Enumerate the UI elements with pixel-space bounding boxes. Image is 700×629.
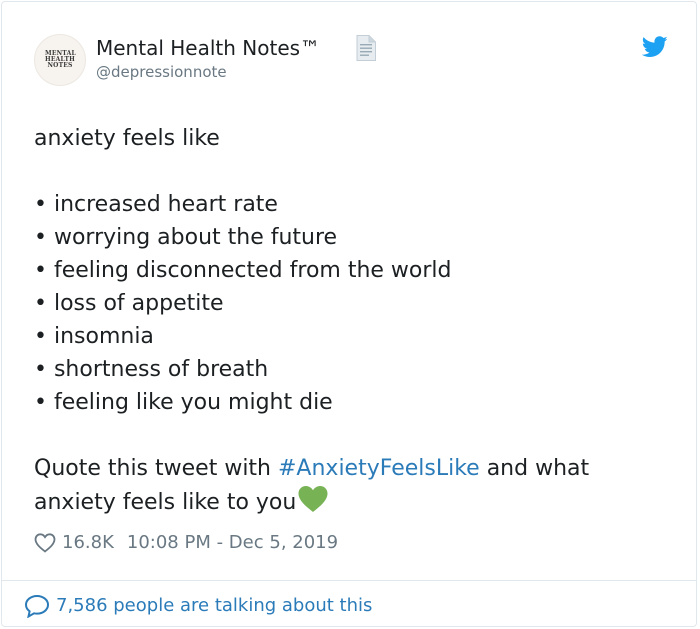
tweet-card: MENTAL HEALTH NOTES Mental Health Notes™ @… xyxy=(1,1,697,627)
cta-line: Quote this tweet with #AnxietyFeelsLike … xyxy=(34,452,674,485)
list-item: • insomnia xyxy=(34,324,154,349)
tweet-header: MENTAL HEALTH NOTES Mental Health Notes™ @… xyxy=(32,32,668,90)
author-handle[interactable]: @depressionnote xyxy=(96,62,227,82)
list-item: • loss of appetite xyxy=(34,291,224,316)
conversation-link[interactable]: 7,586 people are talking about this xyxy=(24,593,372,619)
conversation-count-text[interactable]: 7,586 people are talking about this xyxy=(56,593,372,619)
tweet-meta: 16.8K 10:08 PM - Dec 5, 2019 xyxy=(34,530,338,556)
list-item: • shortness of breath xyxy=(34,357,269,382)
tweet-text: anxiety feels like • increased heart rat… xyxy=(34,122,674,519)
hashtag-link[interactable]: #AnxietyFeelsLike xyxy=(278,456,480,481)
green-heart-emoji-icon xyxy=(298,486,328,512)
document-icon xyxy=(356,35,376,61)
cta-suffix: and what xyxy=(479,456,590,481)
twitter-bird-icon[interactable] xyxy=(642,36,668,58)
like-count[interactable]: 16.8K xyxy=(62,530,114,556)
cta-line-2: anxiety feels like to you xyxy=(34,485,674,519)
divider xyxy=(2,580,696,581)
list-item: • feeling disconnected from the world xyxy=(34,258,452,283)
avatar-logo-text: MENTAL HEALTH NOTES xyxy=(45,50,76,69)
cta-prefix: Quote this tweet with xyxy=(34,456,278,481)
tweet-timestamp[interactable]: 10:08 PM - Dec 5, 2019 xyxy=(127,530,338,556)
list-item: • increased heart rate xyxy=(34,192,278,217)
cta-line-2-text: anxiety feels like to you xyxy=(34,490,297,515)
list-item: • worrying about the future xyxy=(34,225,338,250)
tweet-intro: anxiety feels like xyxy=(34,126,220,151)
display-name[interactable]: Mental Health Notes™ xyxy=(96,35,320,61)
heart-outline-icon[interactable] xyxy=(34,533,56,553)
avatar[interactable]: MENTAL HEALTH NOTES xyxy=(34,34,86,86)
speech-bubble-icon xyxy=(24,594,50,618)
list-item: • feeling like you might die xyxy=(34,390,333,415)
